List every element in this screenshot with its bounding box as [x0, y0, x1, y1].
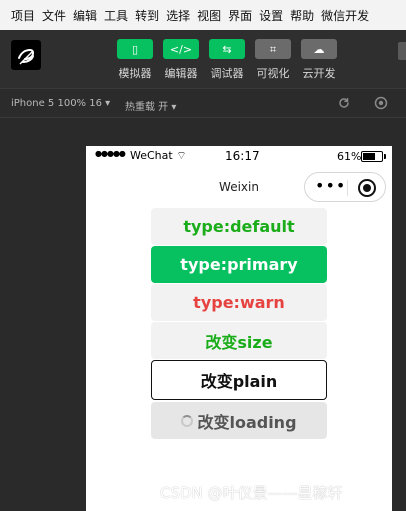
miniapp-capsule[interactable]: •••	[304, 172, 386, 202]
tool-visual-label: 可视化	[256, 67, 290, 80]
cloud-icon: ☁	[301, 39, 337, 59]
carrier-label: WeChat ⌔	[130, 149, 187, 163]
overflow-button[interactable]	[398, 42, 406, 60]
menu-item-goto[interactable]: 转到	[135, 7, 159, 24]
code-icon: </>	[163, 39, 199, 59]
button-type-default-label: type:default	[183, 217, 295, 236]
button-change-size[interactable]: 改变size	[151, 322, 327, 359]
menu-item-project[interactable]: 项目	[11, 7, 35, 24]
debug-icon: ⇆	[209, 39, 245, 59]
button-change-plain[interactable]: 改变plain	[151, 360, 327, 400]
battery-icon	[361, 151, 386, 162]
button-type-primary-label: type:primary	[180, 255, 298, 274]
button-change-loading-label: 改变loading	[197, 412, 297, 432]
button-change-size-label: 改变size	[205, 332, 273, 352]
phone-icon: ▯	[117, 39, 153, 59]
button-type-default[interactable]: type:default	[151, 208, 327, 245]
carrier-text: WeChat	[130, 149, 173, 162]
menu-item-edit[interactable]: 编辑	[73, 7, 97, 24]
cloud-glyph: ☁	[313, 42, 325, 56]
ios-status-bar: ●●●●● WeChat ⌔ 16:17 61%	[86, 146, 392, 168]
button-type-primary[interactable]: type:primary	[151, 246, 327, 283]
status-time: 16:17	[225, 149, 260, 163]
simulator-bar: iPhone 5 100% 16 ▾ 热重载 开 ▾	[0, 88, 406, 118]
tool-debugger[interactable]: ⇆ 调试器	[202, 39, 252, 81]
menu-item-settings[interactable]: 设置	[259, 7, 283, 24]
hot-reload-toggle[interactable]: 热重载 开 ▾	[125, 98, 176, 113]
tool-visual[interactable]: ⌗ 可视化	[248, 39, 298, 81]
logo-icon	[18, 48, 35, 65]
toolbar: ▯ 模拟器 </> 编辑器 ⇆ 调试器 ⌗ 可视化 ☁ 云开发	[0, 30, 406, 88]
loading-spinner-icon	[181, 414, 194, 427]
battery-fill	[363, 153, 375, 160]
menu-item-help[interactable]: 帮助	[290, 7, 314, 24]
button-type-warn[interactable]: type:warn	[151, 284, 327, 321]
menu-item-view[interactable]: 视图	[197, 7, 221, 24]
code-glyph: </>	[169, 42, 193, 56]
tool-simulator[interactable]: ▯ 模拟器	[110, 39, 160, 81]
more-icon[interactable]: •••	[315, 178, 346, 194]
device-select[interactable]: iPhone 5 100% 16 ▾	[11, 98, 110, 109]
tool-cloud[interactable]: ☁ 云开发	[294, 39, 344, 81]
wifi-icon: ⌔	[176, 149, 187, 162]
menubar: 项目 文件 编辑 工具 转到 选择 视图 界面 设置 帮助 微信开发	[0, 0, 406, 30]
phone-screen: ●●●●● WeChat ⌔ 16:17 61% Weixin ••• type…	[86, 146, 392, 511]
stop-icon[interactable]	[374, 96, 388, 110]
button-type-warn-label: type:warn	[193, 293, 285, 312]
menu-item-interface[interactable]: 界面	[228, 7, 252, 24]
close-icon[interactable]	[358, 179, 376, 197]
debug-glyph: ⇆	[222, 42, 232, 56]
tool-simulator-label: 模拟器	[118, 67, 152, 80]
menu-item-select[interactable]: 选择	[166, 7, 190, 24]
button-change-plain-label: 改变plain	[200, 372, 278, 391]
tool-editor[interactable]: </> 编辑器	[156, 39, 206, 81]
tool-editor-label: 编辑器	[164, 67, 198, 80]
refresh-icon[interactable]	[337, 96, 351, 110]
layout-icon: ⌗	[255, 39, 291, 59]
tool-cloud-label: 云开发	[302, 67, 336, 80]
menu-item-tools[interactable]: 工具	[104, 7, 128, 24]
button-change-loading[interactable]: 改变loading	[151, 402, 327, 439]
signal-strength: ●●●●●	[95, 149, 126, 158]
menu-item-wechat-dev[interactable]: 微信开发	[321, 7, 369, 24]
phone-glyph: ▯	[131, 42, 139, 56]
battery-percent: 61%	[337, 150, 362, 163]
layout-glyph: ⌗	[269, 42, 277, 56]
avatar[interactable]	[11, 40, 41, 70]
capsule-divider	[347, 180, 348, 196]
watermark: CSDN @叶仪景——星稼轩	[160, 484, 343, 502]
menu-item-file[interactable]: 文件	[42, 7, 66, 24]
tool-debugger-label: 调试器	[210, 67, 244, 80]
